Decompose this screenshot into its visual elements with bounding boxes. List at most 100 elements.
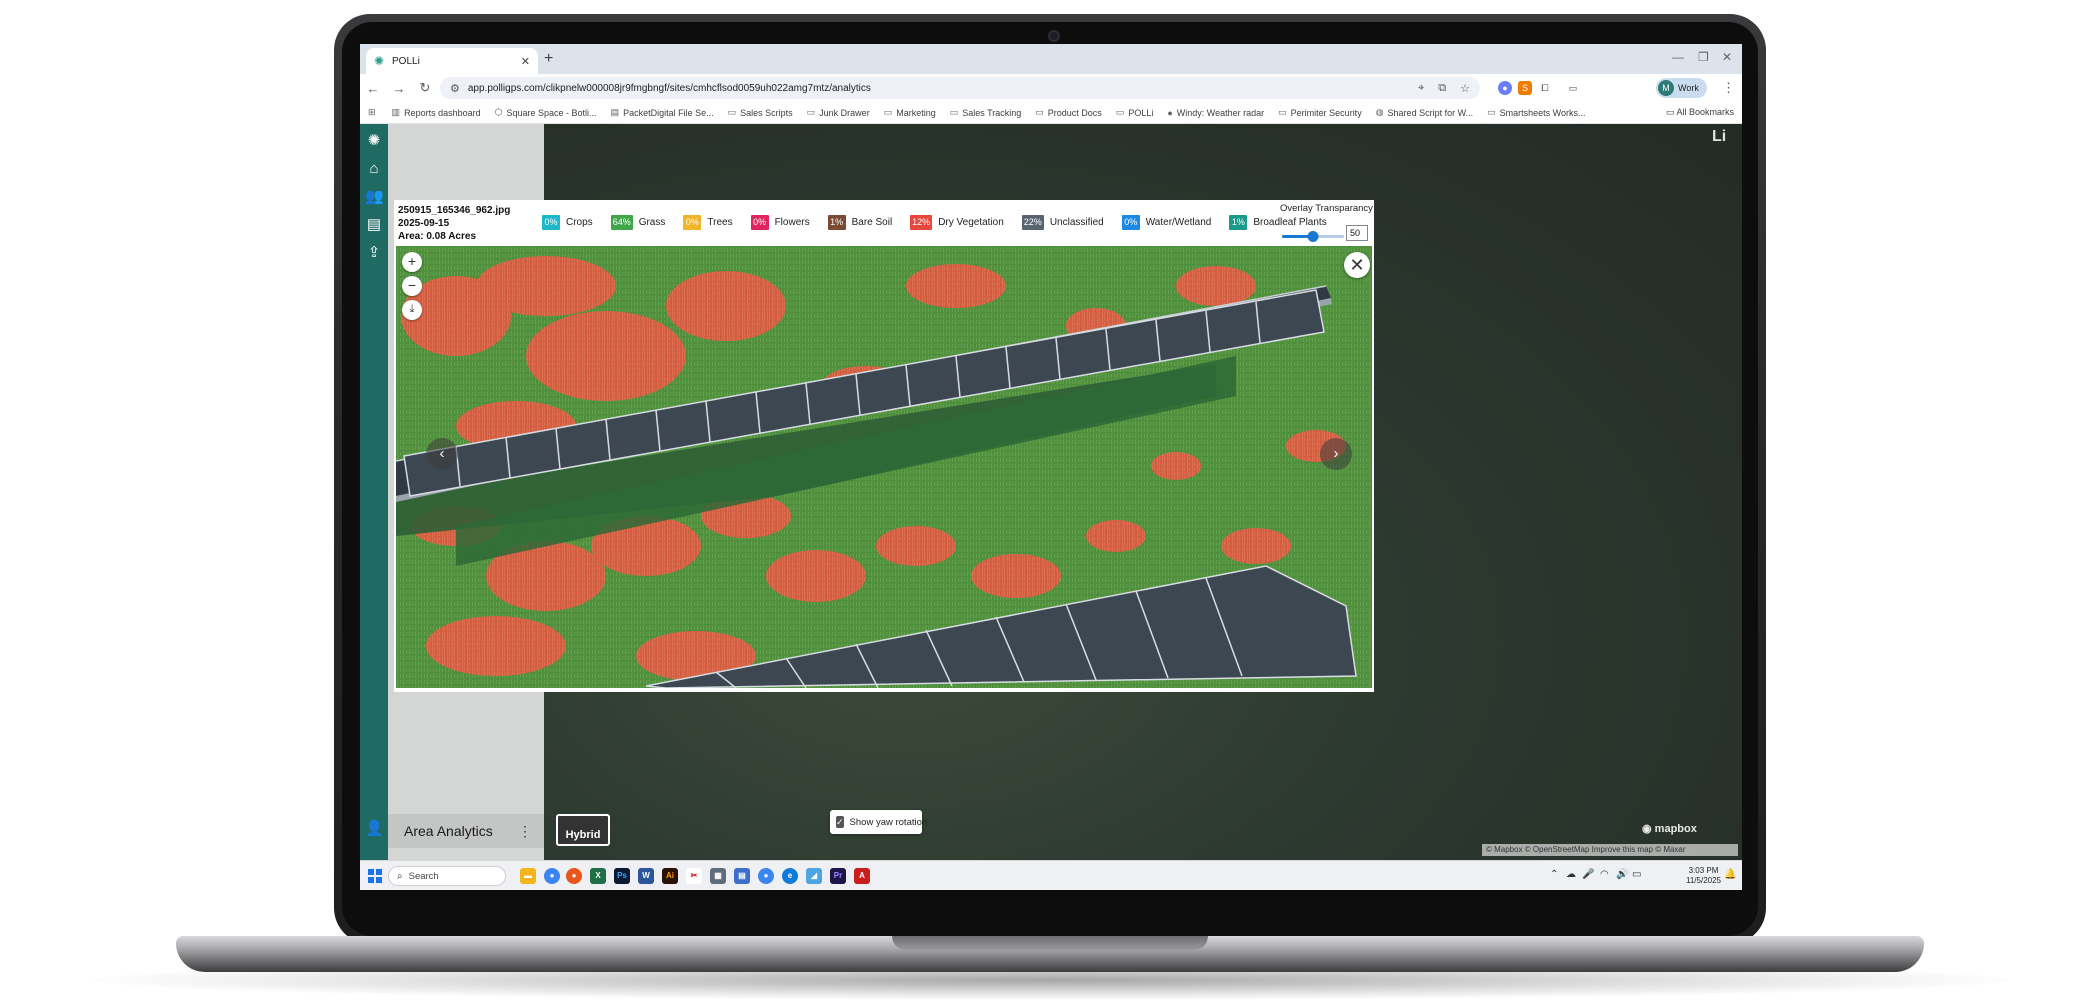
edge-icon[interactable]: e [782, 868, 798, 884]
firefox-icon[interactable]: ● [566, 868, 582, 884]
chrome-icon[interactable]: ● [544, 868, 560, 884]
address-bar[interactable]: ⚙ app.polligps.com/clikpnelw000008jr9fmg… [440, 77, 1480, 99]
bookmark-item[interactable]: ⬡ Square Space - Botli... [495, 107, 597, 118]
cloud-icon[interactable]: ☁ [1566, 869, 1576, 880]
bookmark-label: POLLi [1128, 107, 1154, 118]
bookmark-item[interactable]: ◍ Shared Script for W... [1376, 107, 1473, 118]
profile-button[interactable]: M Work [1656, 78, 1707, 98]
legend-label: Crops [566, 216, 593, 228]
legend-item: 0% Flowers [750, 214, 810, 230]
account-icon[interactable]: 👤 [365, 820, 384, 838]
previous-image-icon[interactable]: ‹ [426, 438, 458, 470]
minimize-icon[interactable]: — [1672, 50, 1684, 64]
modal-close-icon[interactable]: ✕ [1344, 252, 1370, 278]
drone-imagery[interactable]: + − ⤓ ✕ ‹ › [396, 246, 1372, 688]
chrome-profile-icon[interactable]: ● [758, 868, 774, 884]
bookmark-item[interactable]: ▭ Marketing [884, 107, 936, 118]
bookmark-item[interactable]: ▭ Sales Scripts [728, 107, 793, 118]
taskbar-clock[interactable]: 3:03 PM 11/5/2025 [1686, 866, 1721, 886]
bookmark-star-icon[interactable]: ☆ [1460, 82, 1470, 95]
map-style-toggle[interactable]: Hybrid [556, 814, 610, 846]
snipping-tool-icon[interactable]: ✂ [686, 868, 702, 884]
bookmark-item[interactable]: ▭ Smartsheets Works... [1487, 107, 1585, 118]
polli-favicon-icon: ✺ [374, 54, 385, 68]
all-bookmarks-label: All Bookmarks [1676, 107, 1734, 117]
taskbar-search[interactable]: ⌕ Search [388, 866, 506, 886]
upload-icon[interactable]: ⇪ [365, 244, 383, 262]
bookmark-item[interactable]: ▭ POLLi [1116, 107, 1154, 118]
overlay-transparency-input[interactable]: 50 [1346, 225, 1368, 241]
all-bookmarks[interactable]: ▭ All Bookmarks [1666, 107, 1734, 118]
yaw-rotation-checkbox[interactable]: ✓ [836, 816, 844, 828]
notification-bell-icon[interactable]: 🔔 [1724, 869, 1736, 880]
home-icon[interactable]: ⌂ [365, 160, 383, 178]
download-icon[interactable]: ⤓ [402, 300, 422, 320]
excel-icon[interactable]: X [590, 868, 606, 884]
extensions-puzzle-icon[interactable]: ⧠ [1538, 81, 1552, 95]
tray-chevron-icon[interactable]: ⌃ [1550, 869, 1558, 880]
clock-time: 3:03 PM [1688, 866, 1719, 875]
window-close-icon[interactable]: ✕ [1722, 50, 1732, 64]
browser-toolbar: ← → ↻ ⚙ app.polligps.com/clikpnelw000008… [360, 74, 1742, 102]
calculator-icon[interactable]: ▦ [710, 868, 726, 884]
extension-2-icon[interactable]: S [1518, 81, 1532, 95]
bookmark-item[interactable]: ▤ PacketDigital File Se... [611, 107, 714, 118]
acrobat-icon[interactable]: A [854, 868, 870, 884]
slider-thumb[interactable] [1307, 231, 1319, 242]
legend-item: 12% Dry Vegetation [910, 214, 1004, 230]
windows-start-icon[interactable] [368, 869, 382, 883]
yaw-rotation-toggle[interactable]: ✓ Show yaw rotation [830, 810, 927, 834]
bookmark-label: Reports dashboard [404, 107, 481, 118]
word-icon[interactable]: W [638, 868, 654, 884]
area-analytics-section[interactable]: Area Analytics ⋮ [388, 814, 544, 848]
folder-icon: ▭ [883, 107, 893, 117]
premiere-icon[interactable]: Pr [830, 868, 846, 884]
back-icon[interactable]: ← [360, 81, 386, 96]
map-attribution[interactable]: © Mapbox © OpenStreetMap Improve this ma… [1482, 844, 1738, 856]
classified-imagery-overlay [396, 246, 1372, 688]
illustrator-icon[interactable]: Ai [662, 868, 678, 884]
bookmark-item[interactable]: ▭ Product Docs [1035, 107, 1102, 118]
site-info-icon[interactable]: ⚙ [450, 82, 460, 95]
browser-menu-icon[interactable]: ⋮ [1722, 80, 1735, 96]
legend-label: Grass [638, 216, 666, 228]
file-explorer-icon[interactable]: ▬ [520, 868, 536, 884]
bookmark-label: Shared Script for W... [1387, 107, 1474, 118]
bookmark-item[interactable]: ▭ Perimiter Security [1278, 107, 1362, 118]
apps-grid-icon[interactable]: ⊞ [368, 107, 376, 118]
bookmark-item[interactable]: ▥ Reports dashboard [392, 107, 481, 118]
restore-icon[interactable]: ❐ [1698, 50, 1709, 64]
extension-1-icon[interactable]: ● [1498, 81, 1512, 95]
bookmark-item[interactable]: ▭ Junk Drawer [807, 107, 870, 118]
forward-icon[interactable]: → [386, 81, 412, 96]
photoshop-icon[interactable]: Ps [614, 868, 630, 884]
bookmark-label: Smartsheets Works... [1499, 107, 1586, 118]
folder-icon: ▭ [1665, 107, 1675, 117]
tab-close-icon[interactable]: ✕ [521, 55, 530, 68]
new-tab-icon[interactable]: + [544, 50, 553, 68]
overlay-transparency-slider[interactable] [1282, 231, 1344, 242]
polli-logo-icon[interactable]: ✺ [365, 132, 383, 150]
bookmark-item[interactable]: ▭ Sales Tracking [950, 107, 1022, 118]
battery-icon[interactable]: ▭ [1632, 869, 1641, 880]
zoom-out-icon[interactable]: − [402, 276, 422, 296]
panel-footer-title: Area Analytics [404, 823, 493, 839]
volume-icon[interactable]: 🔊 [1616, 869, 1628, 880]
photos-icon[interactable]: ◢ [806, 868, 822, 884]
side-panel-icon[interactable]: ▭ [1566, 81, 1580, 95]
app-sidebar: ✺ ⌂ 👥 ▤ ⇪ 👤 [360, 124, 388, 860]
location-icon[interactable]: ⌖ [1418, 82, 1424, 95]
document-icon[interactable]: ▤ [365, 216, 383, 234]
notepad-icon[interactable]: ▤ [734, 868, 750, 884]
microphone-icon[interactable]: 🎤 [1582, 869, 1594, 880]
next-image-icon[interactable]: › [1320, 438, 1352, 470]
reload-icon[interactable]: ↻ [412, 80, 438, 96]
bookmark-item[interactable]: ● Windy: Weather radar [1167, 107, 1264, 118]
wifi-icon[interactable]: ◠ [1600, 869, 1609, 880]
zoom-in-icon[interactable]: + [402, 252, 422, 272]
legend-label: Broadleaf Plants [1253, 216, 1327, 228]
cast-icon[interactable]: ⧉ [1438, 82, 1446, 95]
browser-tab[interactable]: ✺ POLLi ✕ [366, 48, 538, 74]
kebab-menu-icon[interactable]: ⋮ [518, 823, 532, 840]
users-icon[interactable]: 👥 [365, 188, 384, 206]
